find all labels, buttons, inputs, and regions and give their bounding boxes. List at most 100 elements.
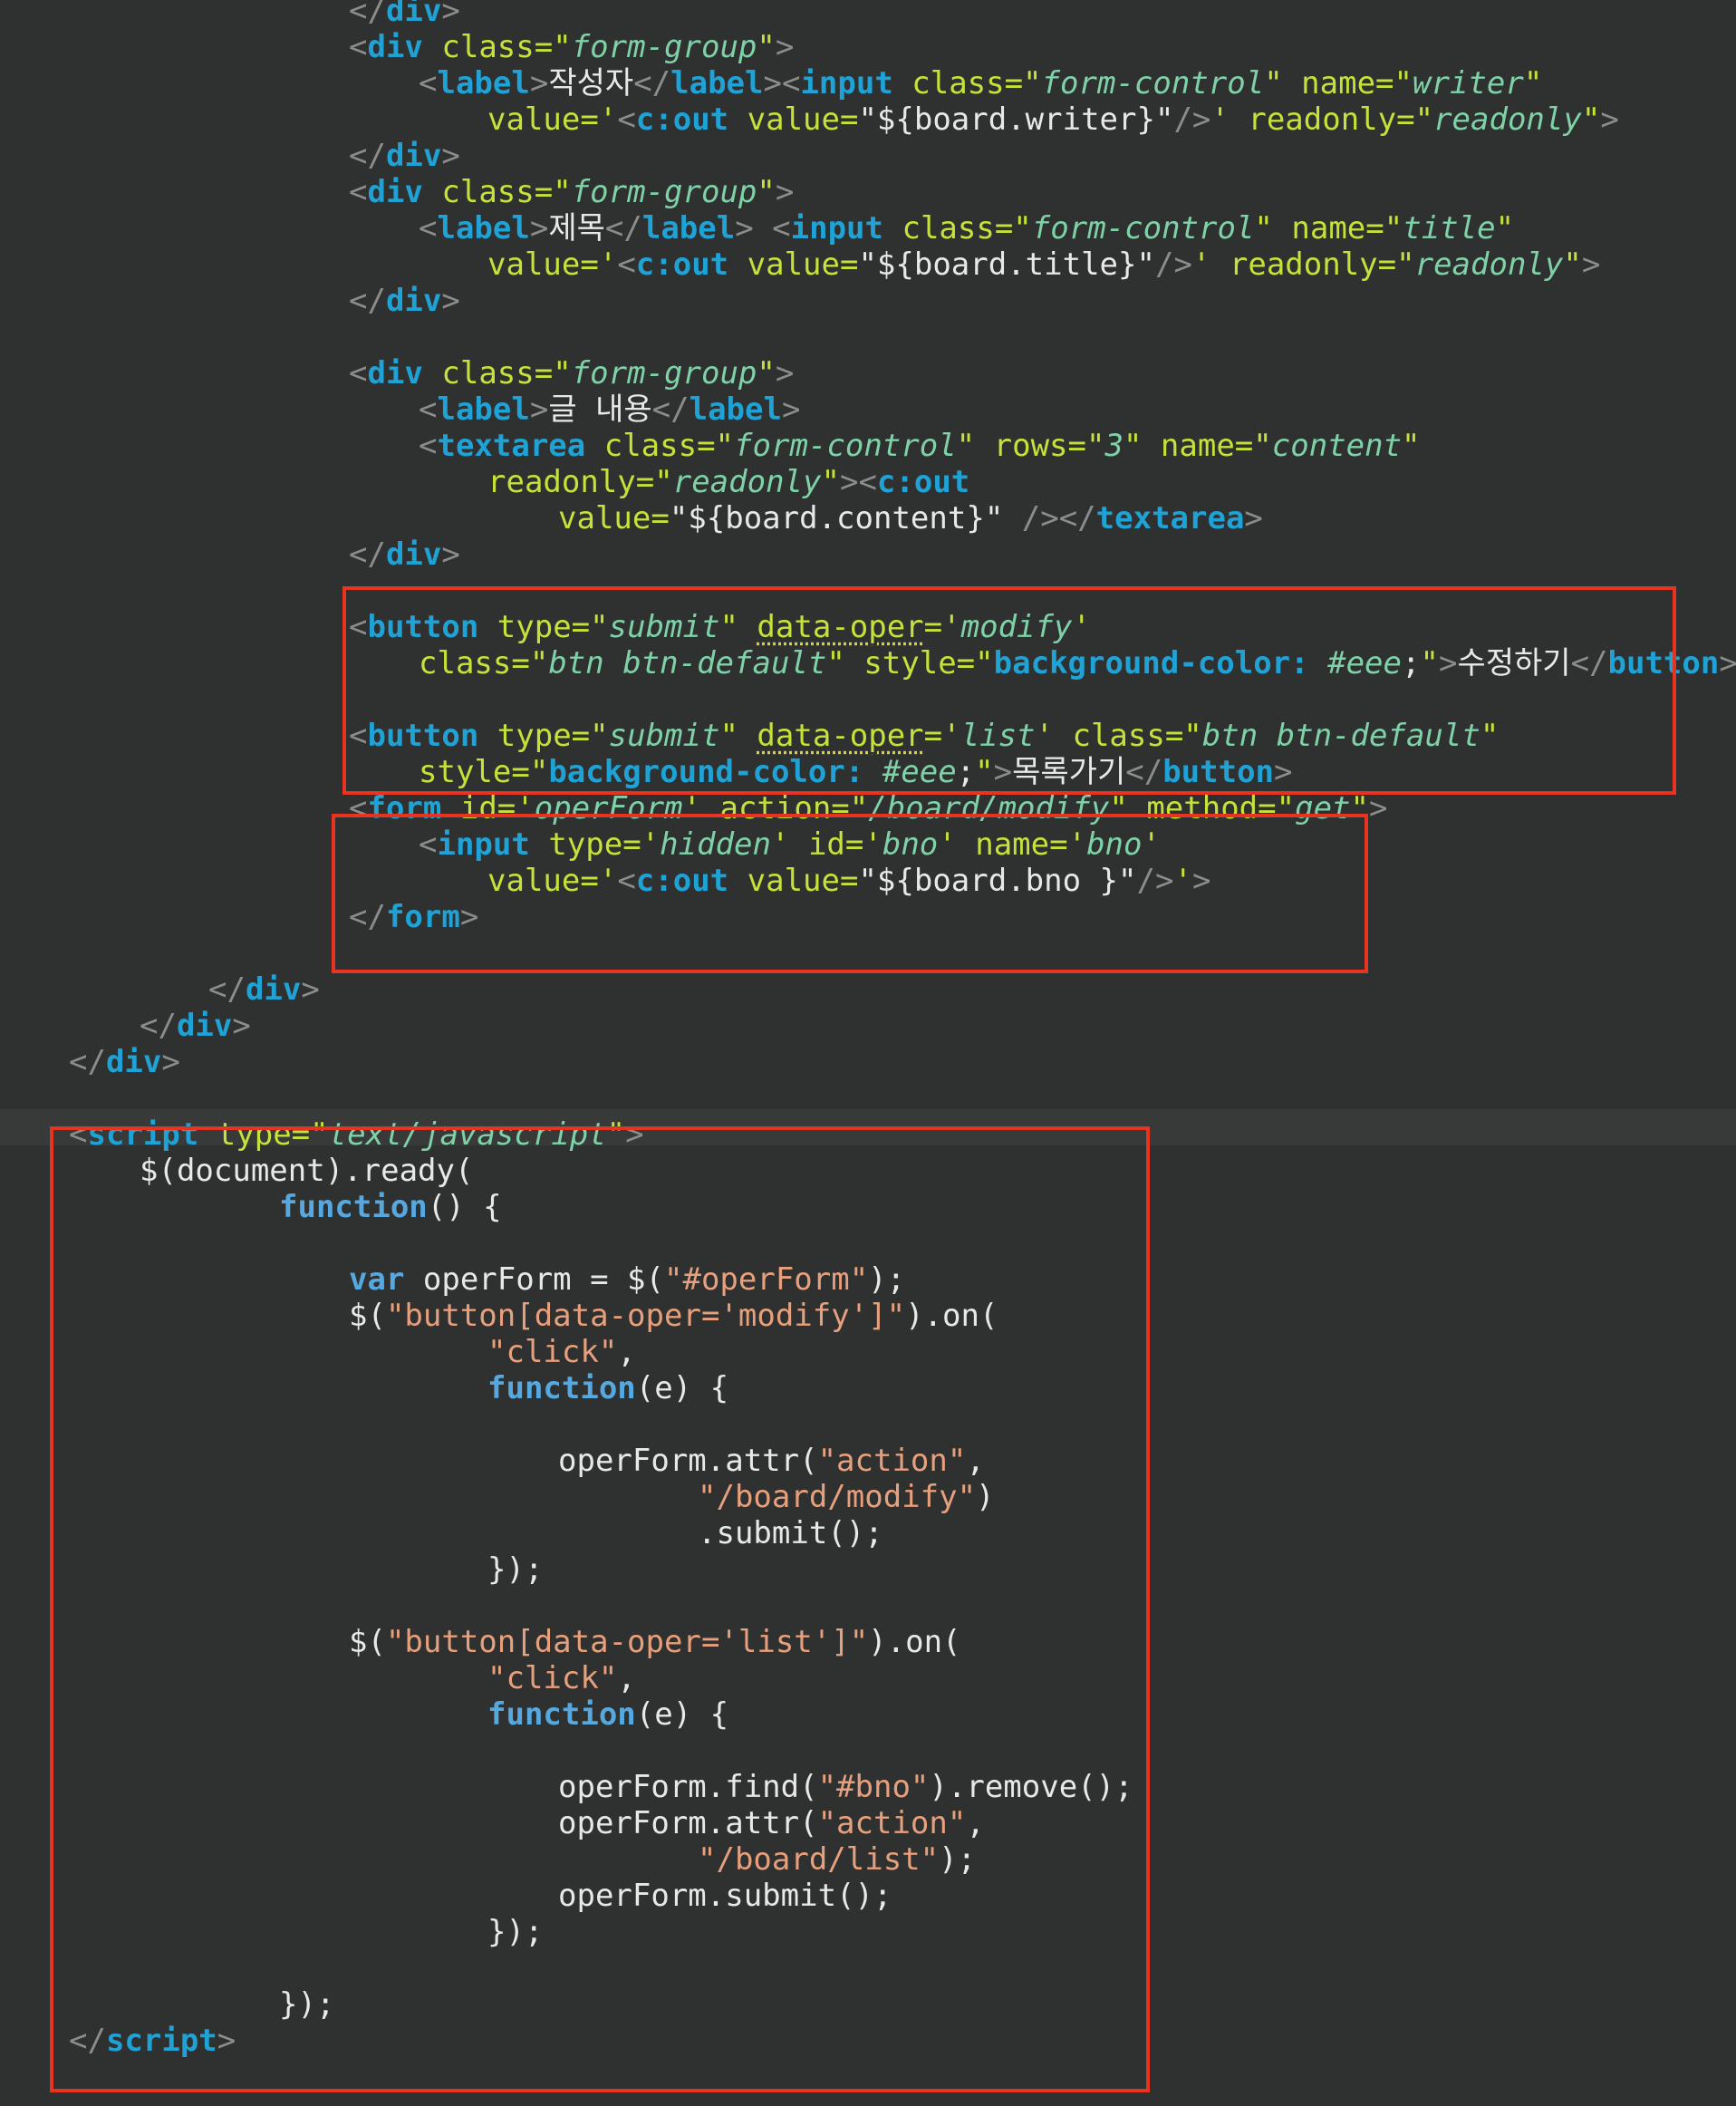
code-token: var	[349, 1261, 405, 1298]
code-line[interactable]: operForm.attr("action",	[558, 1443, 985, 1479]
code-token: >	[1369, 790, 1388, 826]
code-token: form-control	[734, 428, 957, 464]
code-line[interactable]: });	[487, 1914, 543, 1950]
code-token: "	[1109, 790, 1128, 826]
code-line[interactable]: <label>작성자</label><input class="form-con…	[419, 65, 1542, 101]
code-line[interactable]: operForm.find("#bno").remove();	[558, 1769, 1133, 1805]
code-line[interactable]: </div>	[349, 0, 460, 29]
code-line[interactable]: </div>	[140, 1008, 251, 1044]
code-token: "	[529, 645, 549, 681]
code-token: '	[942, 718, 961, 754]
code-line[interactable]: .submit();	[698, 1515, 883, 1551]
code-token: "	[1350, 790, 1369, 826]
code-token: });	[487, 1914, 544, 1950]
code-line[interactable]: </form>	[349, 899, 478, 935]
code-token: >	[775, 355, 795, 391]
code-line[interactable]: </div>	[349, 536, 460, 573]
code-line[interactable]: </div>	[208, 971, 320, 1008]
code-line[interactable]: <button type="submit" data-oper='modify'	[349, 609, 1091, 645]
code-token: "action"	[817, 1443, 967, 1479]
code-token: '	[1191, 246, 1211, 283]
code-token: >	[529, 65, 549, 101]
code-token: '	[598, 863, 618, 899]
code-token: div	[385, 536, 442, 573]
code-token: "	[719, 718, 738, 754]
code-line[interactable]: value='<c:out value="${board.writer}"/>'…	[487, 101, 1619, 138]
code-line[interactable]: $(document).ready(	[140, 1153, 473, 1189]
code-line[interactable]: <form id='operForm' action="/board/modif…	[349, 790, 1387, 826]
code-line[interactable]: <div class="form-group">	[349, 355, 794, 391]
code-line[interactable]: <div class="form-group">	[349, 29, 794, 65]
code-line[interactable]: </script>	[69, 2023, 236, 2059]
code-line[interactable]: $("button[data-oper='list']").on(	[349, 1624, 961, 1660]
code-line[interactable]: value="${board.content}" /></textarea>	[558, 500, 1263, 536]
code-token: </	[651, 391, 690, 428]
code-line[interactable]: var operForm = $("#operForm");	[349, 1261, 905, 1298]
code-line[interactable]: "click",	[487, 1334, 636, 1370]
code-token: "	[975, 645, 994, 681]
code-line[interactable]: value='<c:out value="${board.bno }"/>'>	[487, 863, 1210, 899]
code-token: /></	[1003, 500, 1096, 536]
code-line[interactable]: $("button[data-oper='modify']").on(	[349, 1298, 998, 1334]
code-line[interactable]: "click",	[487, 1660, 636, 1696]
code-token: background-color:	[548, 754, 864, 790]
code-line[interactable]: <textarea class="form-control" rows="3" …	[419, 428, 1421, 464]
code-token: >	[1274, 754, 1293, 790]
code-token: "	[975, 754, 994, 790]
code-line[interactable]: readonly="readonly"><c:out	[487, 464, 969, 500]
code-token: >	[775, 174, 795, 210]
code-token: "	[1254, 210, 1273, 246]
code-line[interactable]: operForm.submit();	[558, 1878, 892, 1914]
code-token: </	[349, 899, 386, 935]
code-line[interactable]: });	[487, 1551, 543, 1588]
code-token: form-group	[571, 29, 757, 65]
code-line[interactable]: <label>제목</label> <input class="form-con…	[419, 210, 1514, 246]
code-line[interactable]: <div class="form-group">	[349, 174, 794, 210]
code-line[interactable]: value='<c:out value="${board.title}"/>' …	[487, 246, 1600, 283]
code-line[interactable]: "/board/list");	[698, 1841, 976, 1878]
code-token: "	[553, 29, 572, 65]
code-line[interactable]: });	[279, 1986, 334, 2023]
code-token: "#bno"	[817, 1769, 930, 1805]
code-token: </	[140, 1008, 177, 1044]
code-token: "	[821, 464, 840, 500]
code-token: submit	[608, 609, 720, 645]
code-token: "${board.writer}"	[858, 101, 1174, 138]
code-line[interactable]: </div>	[349, 138, 460, 174]
code-token: class=	[422, 355, 554, 391]
code-token: </	[1570, 645, 1608, 681]
code-line[interactable]: function(e) {	[487, 1696, 728, 1733]
code-token: <	[349, 174, 368, 210]
code-token: operForm.attr(	[558, 1805, 818, 1841]
code-line[interactable]: "/board/modify")	[698, 1479, 995, 1515]
code-line[interactable]: <script type="text/javascript">	[69, 1116, 644, 1153]
code-token: >	[441, 536, 460, 573]
code-token: "	[1414, 101, 1434, 138]
code-token: c:out	[635, 101, 729, 138]
code-token: c:out	[635, 246, 729, 283]
code-token: label	[689, 391, 782, 428]
code-token: type=	[478, 718, 591, 754]
code-token: #eee	[863, 754, 957, 790]
code-line[interactable]: </div>	[349, 283, 460, 319]
code-token: });	[487, 1551, 544, 1588]
code-line[interactable]: </div>	[69, 1044, 180, 1080]
code-line[interactable]: <input type='hidden' id='bno' name='bno'	[419, 826, 1161, 863]
code-line[interactable]: <button type="submit" data-oper='list' c…	[349, 718, 1499, 754]
code-token: form-control	[1031, 210, 1255, 246]
code-line[interactable]: function(e) {	[487, 1370, 728, 1406]
code-token: button	[367, 609, 479, 645]
code-line[interactable]: style="background-color: #eee;">목록가기</bu…	[419, 754, 1293, 790]
code-line[interactable]: operForm.attr("action",	[558, 1805, 985, 1841]
code-token: </	[208, 971, 246, 1008]
code-line[interactable]: <label>글 내용</label>	[419, 391, 800, 428]
code-token: <	[617, 246, 636, 283]
code-token: class=	[883, 210, 1014, 246]
code-line[interactable]: function() {	[279, 1189, 502, 1225]
code-token: )	[976, 1479, 995, 1515]
code-editor[interactable]: </div> <div class="form-group"> <label>작성자…	[0, 0, 1736, 2106]
code-line[interactable]: class="btn btn-default" style="backgroun…	[419, 645, 1736, 681]
code-token: type=	[478, 609, 591, 645]
code-token: class=	[1054, 718, 1184, 754]
code-token: "	[1396, 246, 1415, 283]
